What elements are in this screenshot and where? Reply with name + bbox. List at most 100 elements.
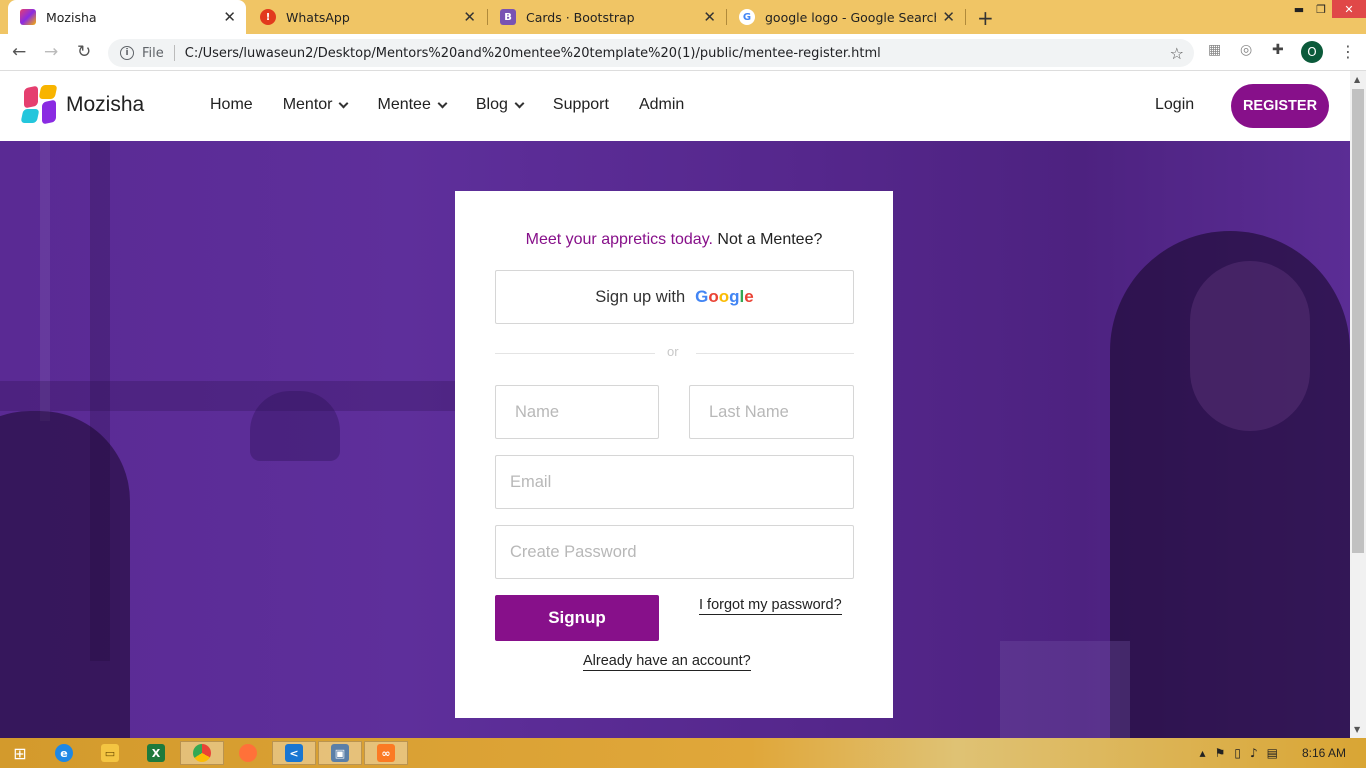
google-letter: g: [729, 287, 740, 306]
extension-icon[interactable]: ▦: [1208, 42, 1221, 58]
windows-start-icon[interactable]: ⊞: [0, 741, 40, 765]
first-name-placeholder: Name: [515, 402, 560, 421]
reload-icon[interactable]: ↻: [77, 42, 91, 62]
mozisha-favicon-icon: [20, 9, 36, 25]
or-label: or: [667, 344, 679, 359]
google-signup-button[interactable]: Sign up with Google: [495, 270, 854, 324]
chrome-icon[interactable]: [180, 741, 224, 765]
back-icon[interactable]: ←: [12, 42, 26, 62]
tab-mozisha[interactable]: Mozisha ✕: [8, 0, 246, 34]
scrollbar-thumb[interactable]: [1352, 89, 1364, 553]
tab-google-search[interactable]: G google logo - Google Search ✕: [727, 0, 965, 34]
tab-title: WhatsApp: [286, 9, 350, 25]
close-icon[interactable]: ✕: [703, 8, 716, 26]
nav-mentee[interactable]: Mentee: [377, 96, 448, 114]
close-icon[interactable]: ✕: [223, 8, 236, 26]
scroll-down-icon[interactable]: ▼: [1354, 725, 1360, 734]
window-controls: ▬ ❐ ✕: [1288, 0, 1366, 18]
form-headline: Meet your appretics today. Not a Mentee?: [455, 231, 893, 249]
internet-explorer-icon[interactable]: e: [42, 741, 86, 765]
url-text[interactable]: C:/Users/luwaseun2/Desktop/Mentors%20and…: [185, 46, 881, 61]
file-explorer-icon[interactable]: ▭: [88, 741, 132, 765]
alert-icon: !: [260, 9, 276, 25]
tray-expand-icon[interactable]: ▴: [1200, 746, 1206, 760]
firefox-icon[interactable]: [226, 741, 270, 765]
or-divider: or: [495, 344, 854, 360]
nav-label: Blog: [475, 96, 508, 113]
divider-line: [696, 353, 854, 354]
email-input[interactable]: Email: [495, 455, 854, 509]
taskbar-clock[interactable]: 8:16 AM: [1302, 746, 1346, 760]
password-input[interactable]: Create Password: [495, 525, 854, 579]
tab-divider: [965, 9, 966, 25]
network-alert-icon[interactable]: ⚑: [1215, 746, 1226, 760]
close-icon[interactable]: ✕: [463, 8, 476, 26]
tab-title: Mozisha: [46, 9, 97, 25]
browser-tab-strip: Mozisha ✕ ! WhatsApp ✕ B Cards · Bootstr…: [0, 0, 1366, 34]
nav-support[interactable]: Support: [553, 96, 609, 114]
volume-icon[interactable]: ♪: [1250, 746, 1258, 760]
brand-name: Mozisha: [66, 93, 145, 116]
google-letter: o: [708, 287, 719, 306]
google-letter: G: [695, 287, 709, 306]
forward-icon[interactable]: →: [44, 42, 58, 62]
extension-icon[interactable]: ◎: [1240, 42, 1252, 58]
not-mentee-link[interactable]: Not a Mentee?: [713, 231, 822, 248]
lamp-shape: [250, 391, 340, 461]
site-navbar: Mozisha Home Mentor Mentee Blog Support …: [0, 71, 1350, 141]
person-face-right: [1190, 261, 1310, 431]
page-scrollbar[interactable]: ▲ ▼: [1350, 71, 1366, 738]
puzzle-icon[interactable]: ✚: [1272, 42, 1284, 58]
signup-button[interactable]: Signup: [495, 595, 659, 641]
new-tab-icon[interactable]: +: [977, 6, 994, 30]
profile-avatar[interactable]: O: [1301, 41, 1323, 63]
headline-tagline: Meet your appretics today.: [525, 231, 713, 248]
nav-admin[interactable]: Admin: [639, 96, 684, 114]
register-button[interactable]: REGISTER: [1231, 84, 1329, 128]
chevron-down-icon: [437, 98, 448, 108]
os-taskbar: ⊞ e ▭ X < ▣ ∞ ▴ ⚑ ▯ ♪ ▤ 8:16 AM: [0, 738, 1366, 768]
login-existing-account-link[interactable]: Already have an account?: [583, 653, 751, 671]
google-letter: e: [744, 287, 754, 306]
first-name-input[interactable]: Name: [495, 385, 659, 439]
forgot-password-link[interactable]: I forgot my password?: [699, 597, 842, 615]
register-card: Meet your appretics today. Not a Mentee?…: [455, 191, 893, 718]
tab-whatsapp[interactable]: ! WhatsApp ✕: [248, 0, 486, 34]
nav-label: Mentor: [282, 96, 333, 113]
browser-toolbar: ← → ↻ i File C:/Users/luwaseun2/Desktop/…: [0, 34, 1366, 71]
kebab-menu-icon[interactable]: ⋮: [1340, 42, 1356, 61]
nav-mentor[interactable]: Mentor: [282, 96, 349, 114]
email-placeholder: Email: [510, 472, 552, 491]
window-app-icon[interactable]: ▣: [318, 741, 362, 765]
login-link[interactable]: Login: [1155, 96, 1194, 114]
tab-title: google logo - Google Search: [765, 9, 937, 25]
window-close-icon[interactable]: ✕: [1332, 0, 1366, 18]
divider-line: [495, 353, 655, 354]
nav-home[interactable]: Home: [210, 96, 253, 114]
minimize-icon[interactable]: ▬: [1288, 0, 1310, 18]
address-bar[interactable]: i File C:/Users/luwaseun2/Desktop/Mentor…: [108, 39, 1194, 67]
close-icon[interactable]: ✕: [942, 8, 955, 26]
shelf-shape: [1000, 641, 1130, 738]
google-letter: o: [718, 287, 730, 306]
excel-icon[interactable]: X: [134, 741, 178, 765]
restore-icon[interactable]: ❐: [1310, 0, 1332, 18]
system-tray: ▴ ⚑ ▯ ♪ ▤ 8:16 AM: [1191, 738, 1346, 768]
url-divider: [173, 45, 175, 61]
action-center-icon[interactable]: ▤: [1267, 746, 1278, 760]
xampp-icon[interactable]: ∞: [364, 741, 408, 765]
nav-label: Home: [210, 96, 253, 113]
device-icon[interactable]: ▯: [1234, 746, 1241, 760]
bookmark-star-icon[interactable]: ☆: [1170, 44, 1184, 63]
vscode-icon[interactable]: <: [272, 741, 316, 765]
nav-blog[interactable]: Blog: [475, 96, 525, 114]
scroll-up-icon[interactable]: ▲: [1354, 75, 1360, 84]
info-icon[interactable]: i: [120, 46, 134, 60]
brand-logo[interactable]: Mozisha: [20, 85, 144, 125]
tab-bootstrap[interactable]: B Cards · Bootstrap ✕: [488, 0, 726, 34]
person-silhouette-left: [0, 411, 130, 738]
url-scheme: File: [142, 45, 164, 61]
window-frame-shape: [0, 381, 455, 411]
google-icon: G: [739, 9, 755, 25]
last-name-input[interactable]: Last Name: [689, 385, 854, 439]
